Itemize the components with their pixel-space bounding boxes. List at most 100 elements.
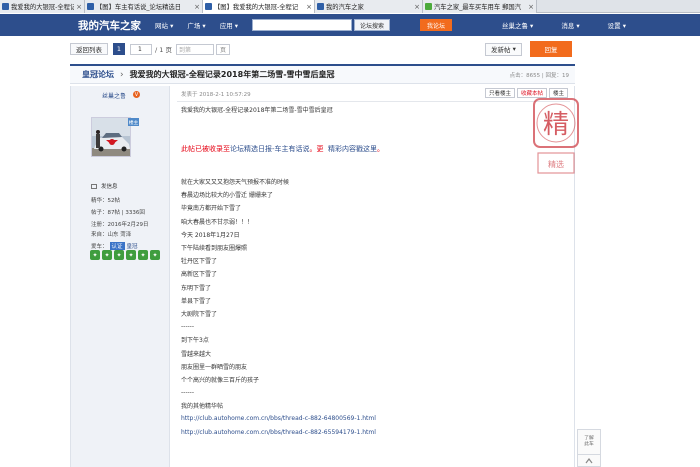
thread-stats: 点击：8655 | 回复：19: [509, 72, 569, 79]
forum-search-input[interactable]: [252, 19, 353, 31]
post-content: 就在大家又又又抱怨天气预报不准的时候 春晨边场比较大的小雪迁 姗姗来了 毕竟南方…: [181, 175, 376, 439]
page-total: / 1 页: [155, 46, 172, 54]
forum-link[interactable]: 皇冠论坛: [82, 69, 114, 80]
author-sidebar: 丝巢之鲁 V 楼主 发信息 精华：52帖 帖子：87帖 | 3336回 注册：2…: [71, 86, 170, 467]
my-forum-button[interactable]: 我论坛: [420, 19, 453, 31]
nav-settings-label: 设置: [607, 22, 621, 30]
site-favicon-icon: [205, 3, 212, 10]
browser-tab-1[interactable]: 【图】车主有话说_论坛精选日 ×: [85, 0, 203, 13]
browser-tab-2[interactable]: 【图】我爱我的大银冠-全程记 ×: [203, 0, 315, 13]
author-name[interactable]: 丝巢之鲁: [102, 91, 126, 100]
tab-title: 【图】我爱我的大银冠-全程记: [214, 4, 299, 11]
site-logo[interactable]: 我的汽车之家: [78, 18, 141, 33]
notice-link[interactable]: 论坛精选日报-车主有话说: [230, 145, 310, 153]
medal-icon[interactable]: ✦: [102, 250, 112, 260]
post-line: 到下午3点: [181, 337, 209, 345]
avatar[interactable]: [91, 117, 131, 157]
medal-icon[interactable]: ✦: [90, 250, 100, 260]
browser-tab-3[interactable]: 我的汽车之家 ×: [315, 0, 423, 13]
close-icon[interactable]: ×: [528, 3, 534, 11]
nav-link-site[interactable]: 网站 ▾: [155, 20, 173, 30]
chevron-down-icon: ▾: [170, 22, 174, 30]
post-line: ------: [181, 389, 194, 397]
site-nav-bar: 我的汽车之家 网站 ▾ 广场 ▾ 应用 ▾ 论坛搜索 我论坛 丝巢之鲁 ▾ 消息…: [0, 14, 700, 36]
tab-title: 汽车之家_最车买车用车 郵国汽: [434, 4, 522, 11]
medal-icon[interactable]: ✦: [114, 250, 124, 260]
post-time: 发表于 2018-2-1 10:57:29: [181, 92, 251, 98]
breadcrumb-separator-icon: ›: [120, 69, 124, 80]
send-message-label: 发信息: [101, 184, 118, 190]
post-line: 个个高兴的就像三百斤的孩子: [181, 376, 260, 384]
post-body: 发表于 2018-2-1 10:57:29 只看楼主 收藏本帖 楼主 我爱我的大…: [171, 86, 579, 467]
chevron-up-icon: [585, 457, 593, 463]
close-icon[interactable]: ×: [76, 3, 82, 11]
nav-settings[interactable]: 设置 ▾: [594, 20, 626, 30]
site-nav-inner: 我的汽车之家 网站 ▾ 广场 ▾ 应用 ▾ 论坛搜索 我论坛 丝巢之鲁 ▾ 消息…: [78, 14, 626, 36]
post-line: 东明下雪了: [181, 284, 212, 292]
close-icon[interactable]: ×: [194, 3, 200, 11]
notice-end: 。: [376, 145, 384, 153]
stamp-text: 精: [543, 110, 569, 140]
back-to-list-button[interactable]: 返回列表: [70, 43, 108, 55]
tab-title: 【图】车主有话说_论坛精选日: [96, 4, 182, 11]
nav-user-name[interactable]: 丝巢之鲁 ▾: [488, 20, 533, 30]
author-registered: 注册：2016年2月29日: [91, 222, 149, 228]
thread-header: 皇冠论坛 › 我爱我的大银冠-全程记录2018年第二场雪-雪中雪后皇冠 点击：8…: [70, 64, 575, 84]
medal-list: ✦ ✦ ✦ ✦ ✦ ✦: [90, 250, 162, 260]
selected-stamp-icon: 精 精选: [533, 98, 579, 174]
forum-search-button[interactable]: 论坛搜索: [354, 19, 391, 31]
medal-icon[interactable]: ✦: [150, 250, 160, 260]
medal-icon[interactable]: ✦: [138, 250, 148, 260]
nav-link-square[interactable]: 广场 ▾: [187, 20, 205, 30]
nav-user-area: 丝巢之鲁 ▾ 消息 ▾ 设置 ▾: [474, 20, 626, 30]
post-line: 下午陆续看到朋友圈爆照: [181, 245, 248, 253]
thread-content: 丝巢之鲁 V 楼主 发信息 精华：52帖 帖子：87帖 | 3336回 注册：2…: [70, 86, 579, 467]
post-line: 单县下雪了: [181, 297, 212, 305]
post-line: 毕竟南方都开始下雪了: [181, 205, 242, 213]
goto-page-button[interactable]: 页: [215, 43, 230, 55]
post-line: 今天 2018年1月27日: [181, 231, 240, 239]
chevron-down-icon: ▾: [234, 22, 239, 30]
browser-tab-0[interactable]: 我爱我的大银冠-全程记 ×: [0, 0, 85, 13]
page-number-current[interactable]: 1: [113, 43, 125, 55]
post-line: 雪越来越大: [181, 350, 212, 358]
site-favicon-icon: [2, 3, 9, 10]
post-subject: 我爱我的大银冠-全程记录2018年第二场雪-雪中雪后皇冠: [181, 107, 333, 114]
post-line: 春晨边场比较大的小雪迁 姗姗来了: [181, 192, 273, 200]
nav-link-apps[interactable]: 应用 ▾: [220, 20, 238, 30]
new-post-button[interactable]: 发新帖 ▾: [485, 42, 522, 56]
author-location: 来自：山东 菏泽: [91, 232, 132, 238]
post-line: 就在大家又又又抱怨天气预报不准的时候: [181, 179, 290, 187]
mail-icon: [91, 183, 97, 189]
send-message-link[interactable]: 发信息: [91, 182, 118, 190]
close-icon[interactable]: ×: [306, 3, 312, 11]
nav-messages-label: 消息: [561, 22, 575, 30]
verified-badge-icon: V: [133, 91, 140, 98]
close-icon[interactable]: ×: [414, 3, 420, 11]
nav-messages[interactable]: 消息 ▾: [547, 20, 579, 30]
page-input[interactable]: 1: [130, 43, 152, 55]
reply-button[interactable]: 回复: [530, 41, 572, 57]
essence-post-link[interactable]: http://club.autohome.com.cn/bbs/thread-c…: [181, 429, 376, 436]
stamp-small-text: 精选: [548, 159, 564, 169]
tab-title: 我爱我的大银冠-全程记: [11, 4, 75, 11]
notice-more-link[interactable]: 精彩内容戳这里: [328, 145, 377, 153]
goto-page-input[interactable]: 到第: [175, 43, 214, 55]
nav-user-label: 丝巢之鲁: [501, 22, 528, 30]
new-post-label: 发新帖: [491, 46, 511, 54]
owner-only-button[interactable]: 只看楼主: [484, 88, 515, 98]
essence-post-link[interactable]: http://club.autohome.com.cn/bbs/thread-c…: [181, 415, 376, 422]
browser-tab-bar: 我爱我的大银冠-全程记 × 【图】车主有话说_论坛精选日 × 【图】我爱我的大银…: [0, 0, 700, 13]
author-car: 爱车： 认证 皇冠: [91, 242, 138, 250]
notice-mid: 。更: [309, 145, 324, 153]
tab-title: 我的汽车之家: [326, 4, 364, 11]
browser-tab-4[interactable]: 汽车之家_最车买车用车 郵国汽 ×: [423, 0, 537, 13]
medal-icon[interactable]: ✦: [126, 250, 136, 260]
learn-car-float-button[interactable]: 了解 此车: [577, 429, 601, 455]
notice-prefix: 此帖已被收录至: [181, 145, 230, 153]
post-line: 朋友圈里一群晒雪的朋友: [181, 363, 248, 371]
site-favicon-icon: [425, 3, 432, 10]
owner-tag: 楼主: [128, 118, 139, 126]
float-line: 此车: [584, 442, 594, 447]
back-to-top-button[interactable]: [577, 455, 601, 467]
